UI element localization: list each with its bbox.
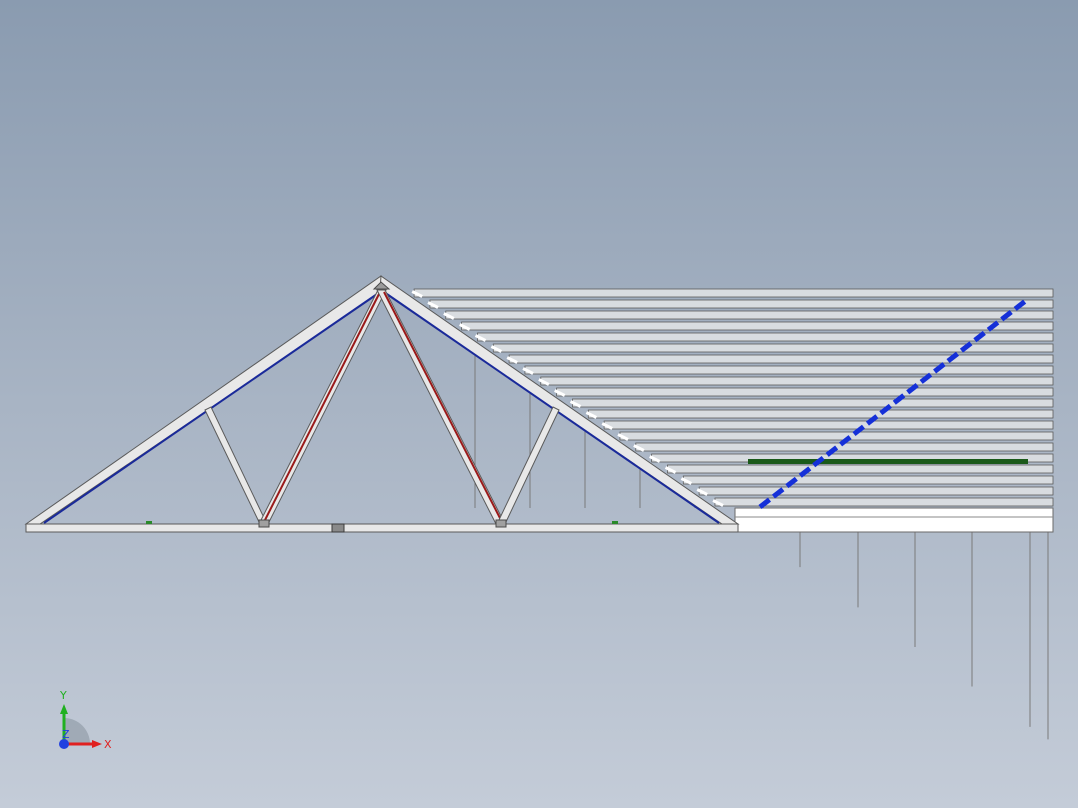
purlin bbox=[477, 332, 1054, 342]
purlin bbox=[540, 376, 1054, 386]
purlin bbox=[413, 288, 1054, 298]
x-axis-arrow-icon bbox=[92, 740, 102, 748]
z-axis-label: Z bbox=[62, 728, 70, 741]
gusset-right bbox=[495, 519, 507, 528]
top-chord-left-blue bbox=[43, 291, 381, 524]
web-left-outer[interactable] bbox=[204, 406, 267, 525]
graphics-viewport[interactable]: Y X Z bbox=[0, 0, 1078, 808]
purlin bbox=[587, 409, 1054, 419]
bottom-plate bbox=[734, 507, 1054, 533]
purlin bbox=[698, 486, 1054, 496]
purlin bbox=[572, 398, 1054, 408]
purlin bbox=[445, 310, 1054, 320]
purlin bbox=[556, 387, 1054, 397]
x-axis-label: X bbox=[104, 738, 112, 751]
truss-model[interactable] bbox=[0, 0, 1078, 808]
purlin bbox=[461, 321, 1054, 331]
bottom-chord[interactable] bbox=[25, 523, 739, 533]
web-right-outer[interactable] bbox=[497, 406, 560, 525]
purlin bbox=[682, 475, 1054, 485]
y-axis-arrow-icon bbox=[60, 704, 68, 714]
purlin bbox=[508, 354, 1054, 364]
gusset-left bbox=[258, 519, 270, 528]
purlin bbox=[603, 420, 1054, 430]
coordinate-triad: Y X Z bbox=[59, 689, 112, 751]
purlin bbox=[429, 299, 1054, 309]
purlin bbox=[524, 365, 1054, 375]
splice-plate bbox=[331, 523, 345, 533]
marker-left bbox=[146, 521, 152, 524]
purlin bbox=[619, 431, 1054, 441]
green-strip bbox=[748, 459, 1028, 464]
marker-right bbox=[612, 521, 618, 524]
y-axis-label: Y bbox=[59, 689, 67, 702]
purlin bbox=[667, 464, 1054, 474]
